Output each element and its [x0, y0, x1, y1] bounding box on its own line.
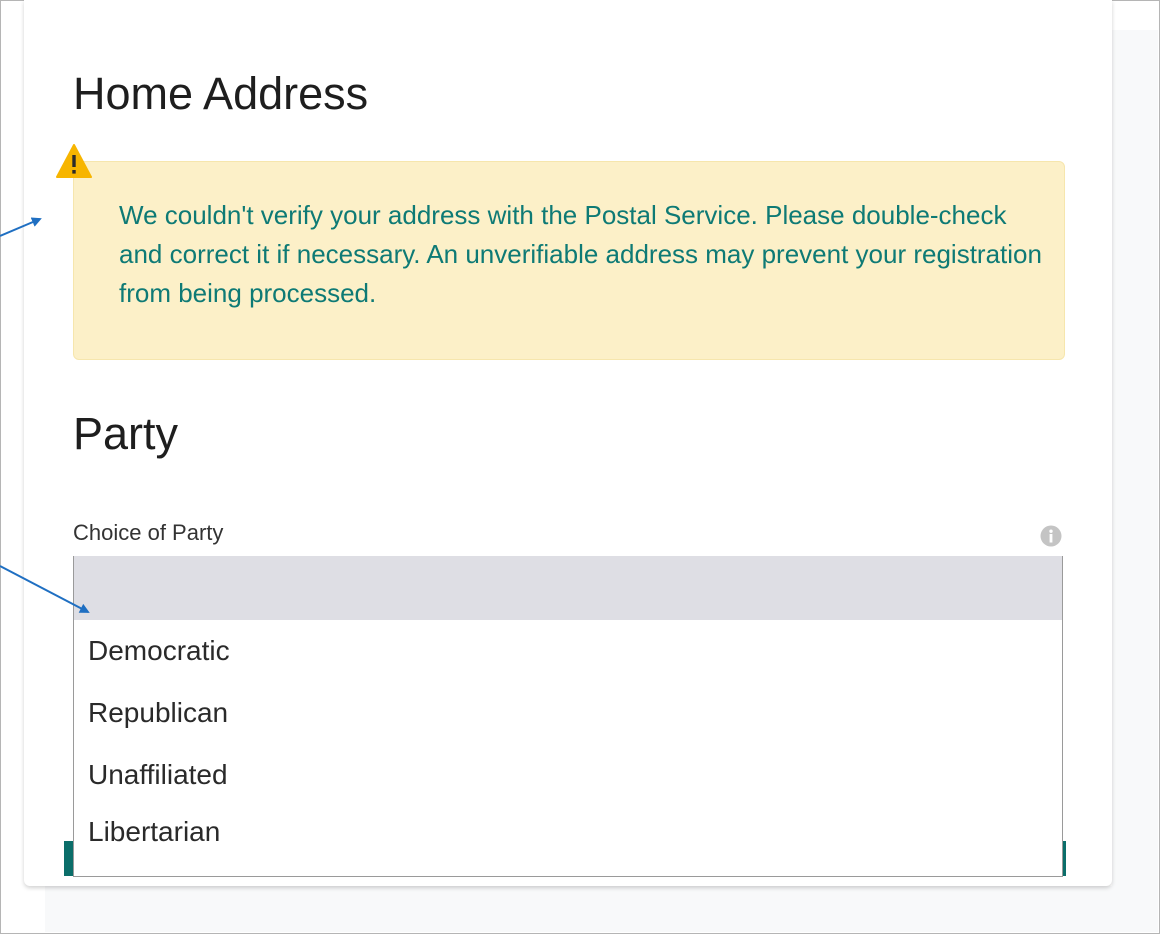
- party-dropdown-list[interactable]: Democratic Republican Unaffiliated Liber…: [73, 556, 1063, 877]
- home-address-heading: Home Address: [73, 68, 369, 119]
- party-option-blank[interactable]: [74, 556, 1062, 620]
- party-heading: Party: [73, 408, 179, 459]
- address-warning-alert: We couldn't verify your address with the…: [73, 161, 1065, 360]
- party-option-republican[interactable]: Republican: [74, 682, 1062, 744]
- party-option-libertarian[interactable]: Libertarian: [74, 801, 1062, 863]
- continue-button-edge-left[interactable]: [64, 841, 73, 876]
- warning-triangle-icon: [56, 144, 92, 178]
- address-warning-text: We couldn't verify your address with the…: [119, 200, 1042, 308]
- page-background-right: [1112, 30, 1158, 932]
- choice-of-party-label: Choice of Party: [73, 520, 224, 545]
- party-option-unaffiliated[interactable]: Unaffiliated: [74, 744, 1062, 801]
- party-option-democratic[interactable]: Democratic: [74, 620, 1062, 682]
- page-background-bottom: [45, 886, 1158, 932]
- info-icon[interactable]: [1040, 525, 1062, 547]
